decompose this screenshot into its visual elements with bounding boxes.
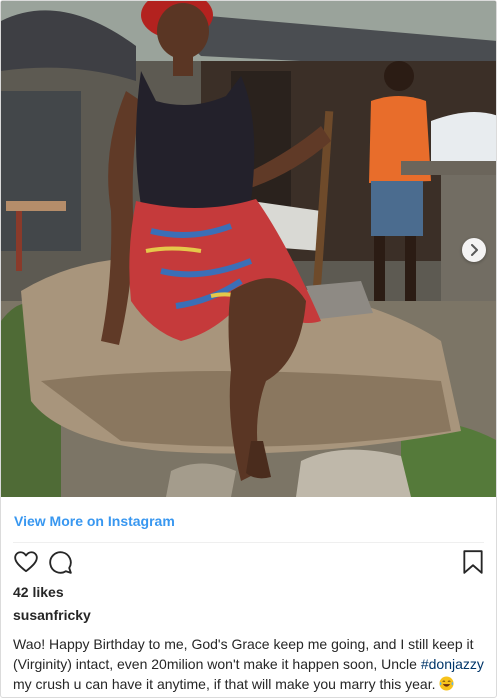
save-button[interactable] [462,549,484,580]
caption: Wao! Happy Birthday to me, God's Grace k… [13,634,491,694]
comment-bubble-icon [49,551,72,574]
hashtag-link[interactable]: #donjazzy [421,656,484,672]
chevron-right-icon [471,244,478,256]
next-photo-button[interactable] [462,238,486,262]
action-bar [11,549,486,577]
likes-count: 42 likes [13,584,64,600]
heart-icon [14,551,38,573]
instagram-embed: View More on Instagram 42 likes susanfri… [0,0,497,698]
bookmark-icon [463,550,483,574]
comment-button[interactable] [47,549,73,580]
laughing-tears-emoji [439,676,454,691]
caption-text-end: my crush u can have it anytime, if that … [13,676,436,692]
post-photo[interactable] [1,1,496,497]
view-more-link[interactable]: View More on Instagram [14,513,175,529]
caption-text: Wao! Happy Birthday to me, God's Grace k… [13,636,474,672]
username-link[interactable]: susanfricky [13,607,91,623]
divider [13,542,484,543]
like-button[interactable] [13,549,39,580]
post-photo-illustration [1,1,496,497]
